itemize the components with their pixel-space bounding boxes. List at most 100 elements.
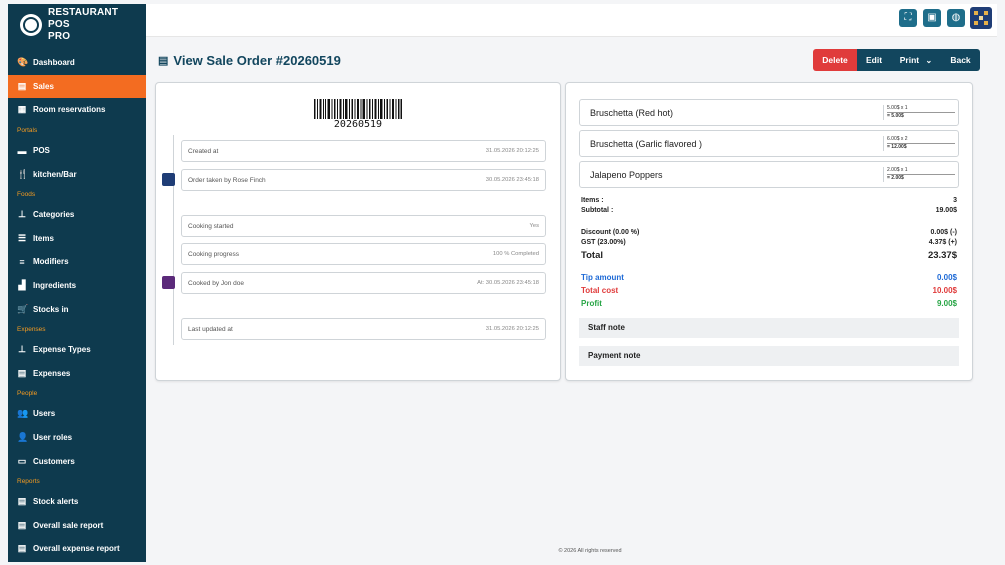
order-item: Bruschetta (Red hot) 5.00$ x 1 = 5.00$ <box>579 99 959 126</box>
timeline-row: Created at 31.05.2026 20:12:25 <box>181 140 546 162</box>
sidebar-item-label: Stock alerts <box>33 497 79 507</box>
fullscreen-icon: ⛶ <box>904 12 912 23</box>
topbar: ⛶ ▣ ◍ <box>146 4 997 37</box>
order-item: Bruschetta (Garlic flavored ) 6.00$ x 2 = … <box>579 130 959 157</box>
sidebar-item-pos[interactable]: ▬ POS <box>8 139 146 163</box>
sidebar-item-expense-types[interactable]: ⊥ Expense Types <box>8 338 146 362</box>
cubes-icon: ▟ <box>18 280 26 291</box>
payment-note[interactable]: Payment note <box>579 346 959 366</box>
user-shield-icon: 👤 <box>17 432 29 443</box>
sidebar-item-sales[interactable]: ▤ Sales <box>8 74 146 99</box>
order-item-price: 2.00$ x 1 = 2.00$ <box>883 167 955 182</box>
sidebar-item-stocks-in[interactable]: 🛒 Stocks in <box>8 297 146 321</box>
page-title: ▤ View Sale Order #20260519 <box>158 53 341 68</box>
order-item-unit-qty: 2.00$ x 1 <box>887 167 908 173</box>
sidebar-item-modifiers[interactable]: ≡ Modifiers <box>8 250 146 274</box>
barcode-number: 20260519 <box>333 119 383 130</box>
edit-button[interactable]: Edit <box>857 49 891 71</box>
nav-section-label: People <box>17 390 38 398</box>
back-button[interactable]: Back <box>941 49 980 71</box>
nav-section-label: Reports <box>17 477 40 485</box>
timeline-row: Last updated at 31.05.2026 20:12:25 <box>181 318 546 340</box>
sidebar-item-label: Modifiers <box>33 257 69 267</box>
sitemap-icon: ⊥ <box>18 344 26 355</box>
nav-section-label: Foods <box>17 190 36 198</box>
summary-discount: Discount (0.00 %) 0.00$ (-) <box>581 229 957 236</box>
order-item-total: = 12.00$ <box>887 143 955 151</box>
summary-tip: Tip amount 0.00$ <box>581 273 957 282</box>
sidebar-item-room-reservations[interactable]: ▦ Room reservations <box>8 98 146 122</box>
timeline-value: 31.05.2026 20:12:25 <box>485 148 539 154</box>
staff-note[interactable]: Staff note <box>579 318 959 338</box>
logo-icon <box>20 14 42 36</box>
pos-button[interactable]: ▣ <box>923 9 941 27</box>
order-item-name: Jalapeno Poppers <box>590 170 663 180</box>
calendar-icon: ▦ <box>17 104 27 115</box>
sidebar-item-label: Overall sale report <box>33 520 104 530</box>
summary-subtotal: Subtotal : 19.00$ <box>581 207 957 214</box>
sidebar-item-user-roles[interactable]: 👤 User roles <box>8 426 146 450</box>
order-item-unit-qty: 5.00$ x 1 <box>887 105 908 111</box>
timeline-row: Cooking started Yes <box>181 215 546 237</box>
action-buttons: Delete Edit Print ⌄ Back <box>813 49 980 71</box>
order-timeline-card: 20260519 Created at 31.05.2026 20:12:25 Or… <box>155 82 561 381</box>
summary-total: Total 23.37$ <box>581 250 957 261</box>
sidebar-item-categories[interactable]: ⊥ Categories <box>8 203 146 227</box>
sidebar-item-items[interactable]: ☰ Items <box>8 227 146 251</box>
sidebar-item-expenses[interactable]: ▤ Expenses <box>8 362 146 386</box>
order-item-total: = 2.00$ <box>887 174 955 182</box>
chevron-down-icon: ⌄ <box>925 56 933 65</box>
timeline-row: Cooked by Jon doe At: 30.05.2026 23:45:18 <box>181 272 546 294</box>
sidebar-item-stock-alerts[interactable]: ▤ Stock alerts <box>8 490 146 514</box>
sidebar-item-users[interactable]: 👥 Users <box>8 402 146 426</box>
timeline-value: At: 30.05.2026 23:45:18 <box>477 280 539 286</box>
pos-icon: ▬ <box>17 145 27 156</box>
order-item-name: Bruschetta (Garlic flavored ) <box>590 139 703 149</box>
sidebar-item-label: kitchen/Bar <box>33 169 77 179</box>
file-icon: ▤ <box>17 367 27 378</box>
timeline-value: 30.05.2026 23:45:18 <box>485 177 539 183</box>
print-button[interactable]: Print ⌄ <box>891 49 941 71</box>
timeline-value: 100 % Completed <box>492 251 539 257</box>
timeline-label: Order taken by Rose Finch <box>188 176 266 184</box>
staff-avatar <box>162 276 175 289</box>
sidebar-item-label: Sales <box>33 81 54 91</box>
staff-avatar <box>162 173 175 186</box>
users-icon: 👥 <box>17 408 29 419</box>
sidebar-item-customers[interactable]: ▭ Customers <box>8 449 146 473</box>
fullscreen-button[interactable]: ⛶ <box>899 9 917 27</box>
cash-register-icon: ▣ <box>927 12 937 23</box>
sidebar-item-label: Ingredients <box>33 281 77 291</box>
timeline-value: Yes <box>529 223 539 229</box>
sidebar-item-ingredients[interactable]: ▟ Ingredients <box>8 274 146 298</box>
delete-button[interactable]: Delete <box>813 49 857 71</box>
sidebar-item-dashboard[interactable]: 🎨 Dashboard <box>8 51 146 75</box>
brand[interactable]: RESTAURANT POS PRO <box>8 4 146 42</box>
sidebar-item-label: Room reservations <box>33 105 106 115</box>
language-button[interactable]: ◍ <box>947 9 965 27</box>
sidebar-item-overall-expense-report[interactable]: ▤ Overall expense report <box>8 537 146 561</box>
sidebar-item-label: Items <box>33 233 54 243</box>
order-item: Jalapeno Poppers 2.00$ x 1 = 2.00$ <box>579 161 959 188</box>
timeline-row: Cooking progress 100 % Completed <box>181 243 546 265</box>
order-item-price: 6.00$ x 2 = 12.00$ <box>883 136 955 151</box>
timeline-label: Cooking progress <box>188 250 239 258</box>
sidebar-item-label: POS <box>33 146 50 156</box>
sidebar-item-kitchen-bar[interactable]: 🍴 kitchen/Bar <box>8 162 146 186</box>
nav-section-label: Expenses <box>17 325 46 333</box>
summary-items: Items : 3 <box>581 197 957 204</box>
timeline-label: Cooked by Jon doe <box>188 279 245 287</box>
user-avatar[interactable] <box>970 7 992 29</box>
timeline-label: Created at <box>188 147 219 155</box>
timeline-label: Cooking started <box>188 222 234 230</box>
sidebar-item-label: Categories <box>33 210 75 220</box>
sidebar-item-overall-sale-report[interactable]: ▤ Overall sale report <box>8 514 146 538</box>
file-icon: ▤ <box>17 543 27 554</box>
sidebar-item-label: Dashboard <box>33 58 75 68</box>
sidebar-item-label: Expenses <box>33 368 71 378</box>
order-details-card: Items : 3 Subtotal : 19.00$ Discount (0.… <box>565 82 973 381</box>
timeline-label: Last updated at <box>188 325 233 333</box>
sidebar-item-label: Users <box>33 409 56 419</box>
file-icon: ▤ <box>17 496 27 507</box>
sidebar-item-label: Stocks in <box>33 304 69 314</box>
